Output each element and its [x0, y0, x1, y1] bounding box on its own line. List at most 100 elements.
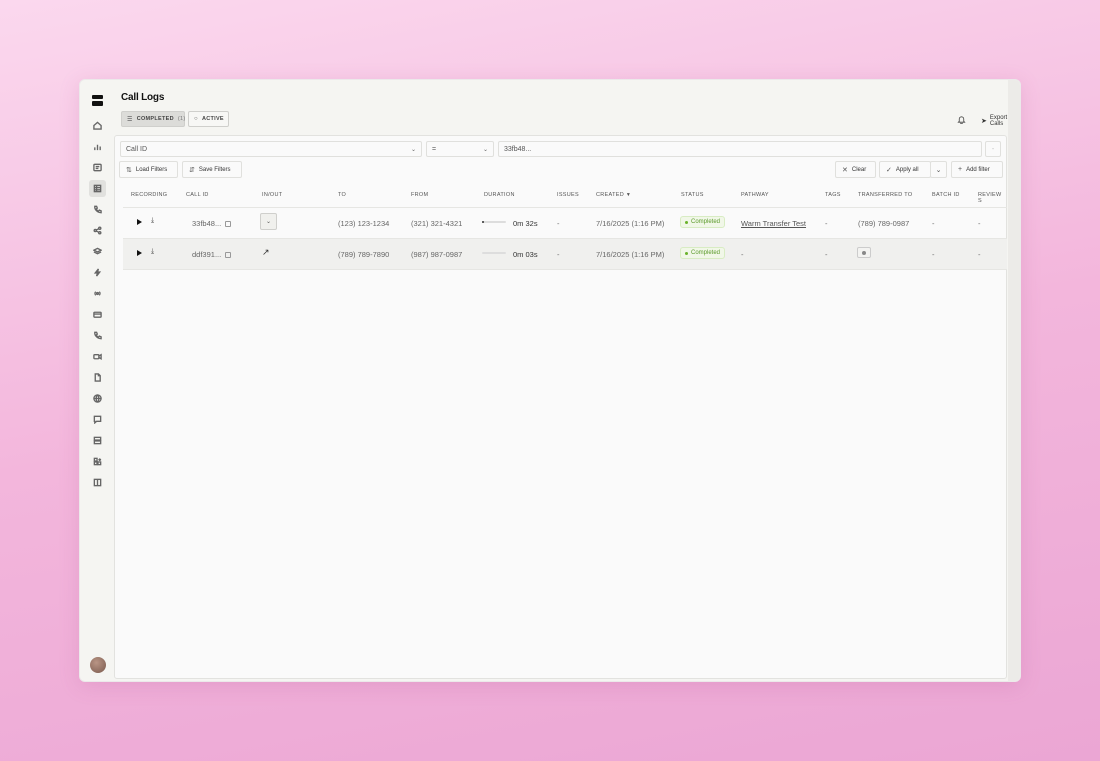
add-filter-button[interactable]: + Add filter [951, 161, 1003, 178]
globe-icon[interactable] [89, 390, 106, 407]
play-icon[interactable] [137, 219, 142, 225]
table-row[interactable]: ⤓ ddf391... ↗ (789) 789-7890 (987) 987-0… [123, 239, 1007, 270]
tab-active-label: ACTIVE [201, 116, 224, 122]
duration-progress-bar [482, 252, 506, 254]
book-icon[interactable] [89, 474, 106, 491]
filter-operator-select[interactable]: = ⌄ [426, 141, 494, 157]
analytics-icon[interactable] [89, 138, 106, 155]
check-icon: ✓ [886, 166, 892, 174]
to-cell: (123) 123-1234 [338, 219, 390, 228]
apply-all-label: Apply all [895, 166, 919, 173]
pathway-cell: - [741, 250, 744, 259]
pathway-link[interactable]: Warm Transfer Test [741, 219, 806, 228]
apply-options-dropdown[interactable]: ⌄ [930, 161, 947, 178]
save-filters-label: Save Filters [198, 166, 231, 173]
status-dot [685, 251, 688, 255]
col-created[interactable]: CREATED ▼ [596, 192, 631, 198]
duration-cell: 0m 32s [513, 219, 538, 228]
filter-value-input[interactable]: 33fb48... [498, 141, 982, 157]
save-filter-icon: ⇵ [189, 166, 195, 174]
layers-icon[interactable] [89, 243, 106, 260]
from-cell: (987) 987-0987 [411, 250, 463, 259]
home-icon[interactable] [89, 117, 106, 134]
page-title: Call Logs [121, 92, 165, 103]
filter-field-select[interactable]: Call ID ⌄ [120, 141, 422, 157]
list-icon: ☰ [127, 116, 133, 123]
status-text: Completed [691, 219, 721, 225]
circle-icon: ○ [194, 116, 198, 122]
filter-operator-value: = [432, 145, 437, 153]
col-in-out: IN/OUT [262, 192, 283, 198]
clear-button[interactable]: ✕ Clear [835, 161, 876, 178]
col-status: STATUS [681, 192, 704, 198]
video-icon[interactable] [89, 348, 106, 365]
tags-cell: - [825, 250, 828, 259]
load-filters-label: Load Filters [135, 166, 168, 173]
share-icon[interactable] [89, 222, 106, 239]
status-badge: Completed [680, 216, 726, 228]
billing-card-icon[interactable] [89, 306, 106, 323]
phone-incoming-icon[interactable] [89, 201, 106, 218]
add-filter-label: Add filter [966, 166, 990, 173]
filter-value-text: 33fb48... [504, 145, 532, 153]
remove-filter-button[interactable]: - [985, 141, 1001, 157]
table-header: RECORDING CALL ID IN/OUT TO FROM DURATIO… [123, 183, 1007, 208]
phone-numbers-icon[interactable] [89, 327, 106, 344]
tab-completed[interactable]: ☰ COMPLETED (1) [121, 111, 185, 127]
chevron-down-icon: ⌄ [935, 166, 942, 174]
chevron-down-icon: ⌄ [265, 219, 272, 225]
issues-cell: - [557, 219, 560, 228]
filter-icon: ⇅ [126, 166, 132, 174]
col-duration: DURATION [484, 192, 515, 198]
plus-icon: + [958, 166, 963, 173]
scrollbar-track[interactable] [1008, 80, 1020, 681]
status-text: Completed [691, 250, 721, 256]
col-transferred-to: TRANSFERRED TO [858, 192, 913, 198]
apply-all-button[interactable]: ✓ Apply all [879, 161, 931, 178]
duration-progress-bar [482, 221, 506, 223]
call-id-text: 33fb48... [192, 219, 222, 228]
call-id-cell: ddf391... [192, 250, 232, 259]
lightning-icon[interactable] [89, 264, 106, 281]
issues-cell: - [557, 250, 560, 259]
chat-icon[interactable] [89, 411, 106, 428]
created-cell: 7/16/2025 (1:16 PM) [596, 219, 665, 228]
col-recording: RECORDING [131, 192, 168, 198]
send-icon: ➤ [981, 118, 987, 125]
copy-icon[interactable] [225, 252, 232, 259]
col-to: TO [338, 192, 347, 198]
copy-icon[interactable] [225, 221, 232, 228]
tab-completed-label: COMPLETED [136, 116, 174, 122]
app-window: Call Logs ☰ COMPLETED (1) ○ ACTIVE ➤ Exp… [79, 79, 1021, 682]
chevron-down-icon: ⌄ [482, 146, 488, 153]
document-icon[interactable] [89, 369, 106, 386]
server-icon[interactable] [89, 432, 106, 449]
duration-cell: 0m 03s [513, 250, 538, 259]
broadcast-icon[interactable] [89, 285, 106, 302]
col-review-status: REVIEW S [978, 192, 1002, 204]
col-created-label: CREATED [596, 192, 624, 198]
col-batch-id: BATCH ID [932, 192, 960, 198]
call-logs-icon[interactable] [89, 180, 106, 197]
integrations-icon[interactable] [89, 453, 106, 470]
tags-cell: - [825, 219, 828, 228]
play-icon[interactable] [137, 250, 142, 256]
direction-dropdown[interactable]: ⌄ [260, 213, 277, 230]
load-filters-button[interactable]: ⇅ Load Filters [119, 161, 178, 178]
call-id-cell: 33fb48... [192, 219, 232, 228]
download-icon[interactable]: ⤓ [151, 217, 154, 225]
call-logs-panel: Call ID ⌄ = ⌄ 33fb48... - ⇅ Load Filters… [114, 135, 1007, 679]
batch-id-cell: - [932, 219, 935, 228]
avatar[interactable] [90, 657, 106, 673]
save-filters-button[interactable]: ⇵ Save Filters [182, 161, 242, 178]
transferred-to-chip[interactable] [857, 247, 871, 258]
created-cell: 7/16/2025 (1:16 PM) [596, 250, 665, 259]
download-icon[interactable]: ⤓ [151, 248, 154, 256]
bell-icon[interactable] [957, 115, 966, 124]
table-row[interactable]: ⤓ 33fb48... ⌄ (123) 123-1234 (321) 321-4… [123, 208, 1007, 239]
outbound-arrow-icon: ↗ [262, 247, 270, 257]
call-id-text: ddf391... [192, 250, 222, 259]
batch-id-cell: - [932, 250, 935, 259]
contacts-icon[interactable] [89, 159, 106, 176]
tab-active[interactable]: ○ ACTIVE [188, 111, 229, 127]
